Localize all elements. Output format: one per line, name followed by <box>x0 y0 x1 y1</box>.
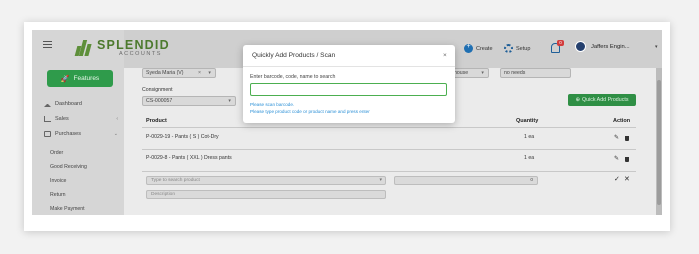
product-search-placeholder: Type to search product <box>151 178 200 183</box>
sidebar-subitem-invoice[interactable]: Invoice <box>50 178 66 184</box>
sidebar-item-dashboard[interactable]: Dashboard <box>44 101 118 107</box>
trash-icon[interactable] <box>625 157 629 162</box>
logo-mark-icon <box>74 40 94 56</box>
sidebar-item-purchases[interactable]: Purchases ⌄ <box>44 131 118 137</box>
sidebar-subitem-return[interactable]: Return <box>50 192 66 198</box>
quantity-cell: 1 ea <box>524 134 535 140</box>
user-name[interactable]: Jaffers Engin... <box>591 44 630 50</box>
warehouse-select[interactable]: house ▾ <box>450 68 489 78</box>
scan-hint: Please scan barcode. <box>250 102 295 107</box>
consignment-select[interactable]: CS-000057 ▾ <box>142 96 236 106</box>
sidebar-item-label: Purchases <box>55 131 81 137</box>
plus-circle-icon: ⊕ <box>575 97 580 103</box>
features-button[interactable]: 🚀 Features <box>47 70 113 87</box>
type-hint: Please type product code or product name… <box>250 109 370 114</box>
setup-label: Setup <box>516 45 531 52</box>
sidebar-subitem-order[interactable]: Order <box>50 150 63 156</box>
divider <box>142 127 636 128</box>
supplier-value: Syeda Maria (V) <box>146 70 184 76</box>
divider <box>142 171 636 172</box>
edit-icon[interactable]: ✎ <box>614 134 619 141</box>
cart-icon <box>44 131 51 137</box>
product-cell: P-0029-8 - Pants ( XXL ) Dress pants <box>146 155 232 161</box>
logo-name: SPLENDID <box>97 38 170 52</box>
quick-add-label: Quick Add Products <box>581 97 629 103</box>
quick-add-modal: Quickly Add Products / Scan × Enter barc… <box>243 45 455 123</box>
chevron-down-icon: ▾ <box>208 70 211 76</box>
sidebar-item-label: Sales <box>55 116 69 122</box>
menu-icon[interactable] <box>43 41 52 48</box>
product-search-input[interactable]: Type to search product ▾ <box>146 176 386 185</box>
chevron-down-icon[interactable]: ▾ <box>655 44 658 50</box>
avatar[interactable] <box>575 41 586 52</box>
quantity-input[interactable]: 0 <box>394 176 538 185</box>
clear-icon[interactable]: × <box>198 69 201 77</box>
reference-input[interactable]: no needs <box>500 68 571 78</box>
close-icon[interactable]: × <box>443 52 447 59</box>
supplier-select[interactable]: Syeda Maria (V) × ▾ <box>142 68 216 78</box>
check-icon[interactable]: ✓ <box>614 175 620 183</box>
quantity-cell: 1 ea <box>524 155 535 161</box>
quick-add-products-button[interactable]: ⊕ Quick Add Products <box>568 94 636 106</box>
column-header-product: Product <box>146 118 167 124</box>
barcode-search-input[interactable] <box>250 83 447 96</box>
consignment-label: Consignment <box>142 87 173 93</box>
create-button[interactable]: Create <box>464 43 493 53</box>
rocket-icon: 🚀 <box>60 75 70 83</box>
description-input[interactable]: Description <box>146 190 386 199</box>
barcode-field-label: Enter barcode, code, name to search <box>250 74 336 80</box>
chevron-down-icon: ▾ <box>228 98 231 104</box>
sidebar-item-sales[interactable]: Sales ‹ <box>44 116 118 122</box>
sidebar-subitem-good-receiving[interactable]: Good Receiving <box>50 164 87 170</box>
setup-button[interactable]: Setup <box>504 44 530 53</box>
reference-value: no needs <box>504 70 526 76</box>
description-placeholder: Description <box>151 192 175 197</box>
scrollbar-thumb[interactable] <box>657 80 661 205</box>
sidebar-item-label: Dashboard <box>55 101 82 107</box>
notification-badge: 0 <box>557 40 564 46</box>
sidebar-subitem-make-payment[interactable]: Make Payment <box>50 206 85 212</box>
warehouse-value: house <box>454 70 469 76</box>
chevron-down-icon: ▾ <box>379 177 382 183</box>
edit-icon[interactable]: ✎ <box>614 155 619 162</box>
close-icon[interactable]: ✕ <box>624 175 630 183</box>
create-label: Create <box>476 45 493 52</box>
trash-icon[interactable] <box>625 136 629 141</box>
divider <box>142 149 636 150</box>
modal-title: Quickly Add Products / Scan <box>252 52 336 59</box>
logo-subtitle: ACCOUNTS <box>119 51 162 57</box>
logo: SPLENDID ACCOUNTS <box>74 38 170 60</box>
column-header-quantity: Quantity <box>516 118 539 124</box>
chart-icon <box>44 116 51 122</box>
home-icon <box>44 101 51 107</box>
chevron-down-icon: ⌄ <box>113 131 118 137</box>
chevron-down-icon: ▾ <box>481 70 484 76</box>
chevron-left-icon: ‹ <box>116 116 118 122</box>
divider <box>243 66 455 67</box>
gear-icon <box>504 44 513 53</box>
features-label: Features <box>73 75 100 82</box>
plus-circle-icon <box>464 43 473 53</box>
column-header-action: Action <box>613 118 631 124</box>
consignment-value: CS-000057 <box>146 98 173 104</box>
product-cell: P-0029-19 - Pants ( S ) Cot-Dry <box>146 134 219 140</box>
